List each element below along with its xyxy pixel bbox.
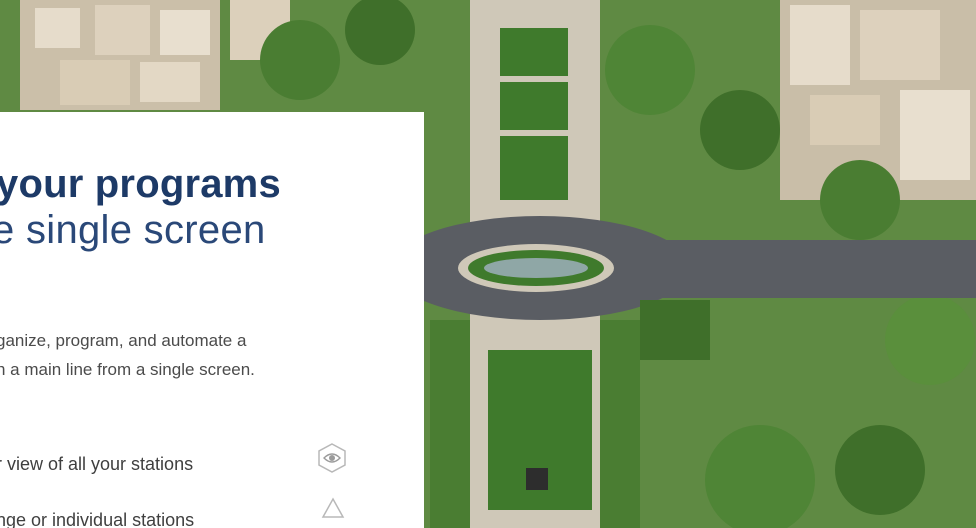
feature-label: r view of all your stations: [0, 454, 194, 474]
description-line-1: ganize, program, and automate a: [0, 331, 247, 350]
description-line-2: n a main line from a single screen.: [0, 360, 255, 379]
feature-item-stations-view: r view of all your stations: [0, 454, 193, 475]
content-card: your programs e single screen ganize, pr…: [0, 112, 424, 528]
feature-label: nge or individual stations: [0, 510, 195, 528]
headline-strong: your programs: [0, 162, 281, 206]
triangle-icon: [320, 496, 346, 525]
description: ganize, program, and automate a n a main…: [0, 326, 424, 384]
feature-item-stations-range: nge or individual stations: [0, 510, 194, 528]
headline-light: e single screen: [0, 208, 266, 252]
eye-icon: [314, 442, 350, 479]
